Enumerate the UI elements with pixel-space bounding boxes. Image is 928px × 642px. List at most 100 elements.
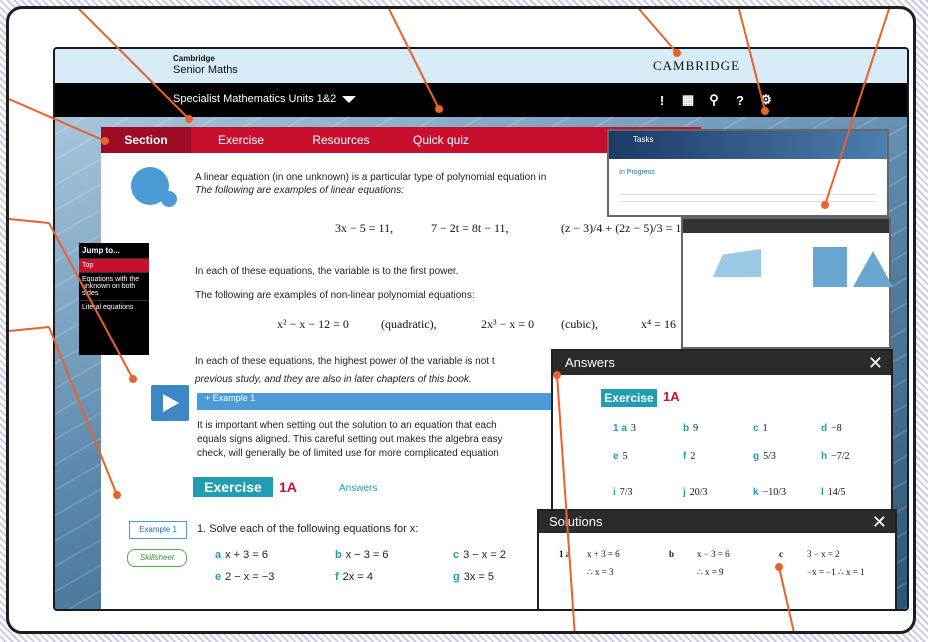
answer-item: h −7/2 bbox=[821, 451, 850, 462]
equation-3: (z − 3)/4 + (2z − 5)/3 = 1 bbox=[561, 221, 682, 235]
answer-item: i 7/3 bbox=[613, 487, 633, 498]
chevron-down-icon bbox=[342, 95, 357, 103]
tab-resources[interactable]: Resources bbox=[291, 127, 391, 153]
part-label: f bbox=[335, 571, 339, 583]
device-frame: Cambridge Senior Maths CAMBRIDGE Special… bbox=[6, 6, 916, 634]
nonlinear-eq-3: x⁴ = 16 bbox=[641, 317, 676, 331]
example-expander[interactable]: + Example 1 bbox=[197, 393, 557, 410]
app-screen: Cambridge Senior Maths CAMBRIDGE Special… bbox=[53, 47, 909, 611]
prism-diagram bbox=[813, 247, 847, 287]
answer-value: 7/3 bbox=[619, 487, 633, 498]
answers-exercise-badge: Exercise bbox=[601, 389, 657, 407]
solution-label: 1 a bbox=[559, 549, 571, 559]
answer-value: 2 bbox=[690, 451, 696, 462]
part-eq: 3 − x = 2 bbox=[463, 549, 506, 561]
answer-label: b bbox=[683, 423, 690, 434]
nav-icons: ! ▦ ⚲ ? ⚙ bbox=[653, 91, 775, 109]
answer-label: f bbox=[683, 451, 687, 462]
pyramid-diagram bbox=[853, 251, 893, 287]
nonlinear-label-2: (cubic), bbox=[561, 317, 598, 331]
para-non-linear: The following are examples of non-linear… bbox=[195, 290, 475, 301]
part-g: g 3x = 5 bbox=[453, 571, 494, 583]
part-eq: 2x = 4 bbox=[342, 571, 373, 583]
part-label: g bbox=[453, 571, 460, 583]
solution-step: 3 − x = 2 bbox=[807, 549, 840, 559]
tab-section[interactable]: Section bbox=[101, 127, 191, 153]
close-icon[interactable]: ✕ bbox=[872, 511, 887, 533]
question-text: 1. Solve each of the following equations… bbox=[197, 523, 419, 535]
answer-label: g bbox=[753, 451, 760, 462]
part-label: c bbox=[453, 549, 460, 561]
gear-icon[interactable]: ⚙ bbox=[757, 91, 775, 109]
course-selector[interactable]: Specialist Mathematics Units 1&2 bbox=[173, 93, 357, 105]
para-previous-study: previous study, and they are also in lat… bbox=[195, 374, 472, 385]
para-setout-2: equals signs aligned. This careful setti… bbox=[197, 434, 503, 445]
part-label: a bbox=[215, 549, 222, 561]
part-label: e bbox=[215, 571, 222, 583]
answer-label: d bbox=[821, 423, 828, 434]
part-e: e2 − x = −3 bbox=[215, 571, 274, 583]
answer-label: e bbox=[613, 451, 619, 462]
tab-exercise[interactable]: Exercise bbox=[191, 127, 291, 153]
exercise-button[interactable]: Exercise bbox=[193, 477, 273, 497]
exercise-code: 1A bbox=[279, 479, 297, 495]
part-label: b bbox=[335, 549, 342, 561]
apps-grid-icon[interactable]: ▦ bbox=[679, 91, 697, 109]
search-icon[interactable]: ⚲ bbox=[705, 91, 723, 109]
answer-label: l bbox=[821, 487, 824, 498]
part-f: f 2x = 4 bbox=[335, 571, 373, 583]
part-b: bx − 3 = 6 bbox=[335, 549, 389, 561]
skillsheet-badge[interactable]: Skillsheet bbox=[127, 549, 187, 567]
solution-label: c bbox=[779, 549, 783, 559]
solution-step: ∴ x = 3 bbox=[587, 567, 614, 577]
course-label: Specialist Mathematics Units 1&2 bbox=[173, 93, 337, 105]
close-icon[interactable]: ✕ bbox=[868, 351, 883, 375]
jump-to-menu: Jump to... Top Equations with the unknow… bbox=[79, 243, 149, 355]
feedback-icon[interactable]: ! bbox=[653, 91, 671, 109]
jump-item-equations[interactable]: Equations with the unknown on both sides bbox=[79, 272, 149, 300]
answer-label: i bbox=[613, 487, 616, 498]
example-badge[interactable]: Example 1 bbox=[129, 521, 187, 539]
answer-item: f2 bbox=[683, 451, 695, 462]
para-first-power: In each of these equations, the variable… bbox=[195, 266, 459, 277]
part-eq: x + 3 = 6 bbox=[225, 549, 268, 561]
nonlinear-label-1: (quadratic), bbox=[381, 317, 437, 331]
answer-item: c1 bbox=[753, 423, 768, 434]
quick-quiz-panel bbox=[681, 217, 893, 349]
solution-step: x + 3 = 6 bbox=[587, 549, 620, 559]
brand-name: Senior Maths bbox=[173, 64, 238, 76]
answer-label: 1 a bbox=[613, 423, 627, 434]
tasks-table bbox=[619, 194, 877, 202]
tasks-title: Tasks bbox=[633, 135, 654, 144]
help-icon[interactable]: ? bbox=[731, 91, 749, 109]
answer-value: −10/3 bbox=[762, 487, 786, 498]
jump-title: Jump to... bbox=[82, 246, 120, 255]
video-play-icon[interactable] bbox=[151, 385, 189, 421]
jump-item-top[interactable]: Top bbox=[79, 258, 149, 272]
answers-header: Answers ✕ bbox=[553, 351, 891, 375]
answer-item: d −8 bbox=[821, 423, 842, 434]
part-eq: 3x = 5 bbox=[463, 571, 495, 583]
tab-quick-quiz[interactable]: Quick quiz bbox=[391, 127, 491, 153]
solution-step: −x = −1 ∴ x = 1 bbox=[807, 567, 865, 577]
top-nav: Specialist Mathematics Units 1&2 ! ▦ ⚲ ?… bbox=[55, 83, 907, 117]
answer-item: k −10/3 bbox=[753, 487, 786, 498]
answers-exercise-code: 1A bbox=[663, 389, 680, 404]
para-highest-power: In each of these equations, the highest … bbox=[195, 356, 495, 367]
answers-link[interactable]: Answers bbox=[339, 483, 377, 494]
answer-item: b9 bbox=[683, 423, 698, 434]
tasks-status: In Progress bbox=[619, 169, 655, 176]
answer-value: 3 bbox=[630, 423, 636, 434]
part-eq: 2 − x = −3 bbox=[225, 571, 275, 583]
answer-value: 20/3 bbox=[689, 487, 708, 498]
app-header: Cambridge Senior Maths CAMBRIDGE bbox=[55, 49, 907, 83]
answer-value: 14/5 bbox=[827, 487, 846, 498]
tasks-panel: Tasks In Progress bbox=[607, 129, 889, 217]
small-gear-icon bbox=[161, 191, 177, 207]
solution-label: b bbox=[669, 549, 675, 559]
part-eq: x − 3 = 6 bbox=[345, 549, 389, 561]
example-expander-label: + Example 1 bbox=[205, 393, 256, 403]
jump-item-literal[interactable]: Literal equations bbox=[79, 300, 149, 314]
answers-title: Answers bbox=[565, 355, 615, 370]
answer-label: h bbox=[821, 451, 828, 462]
